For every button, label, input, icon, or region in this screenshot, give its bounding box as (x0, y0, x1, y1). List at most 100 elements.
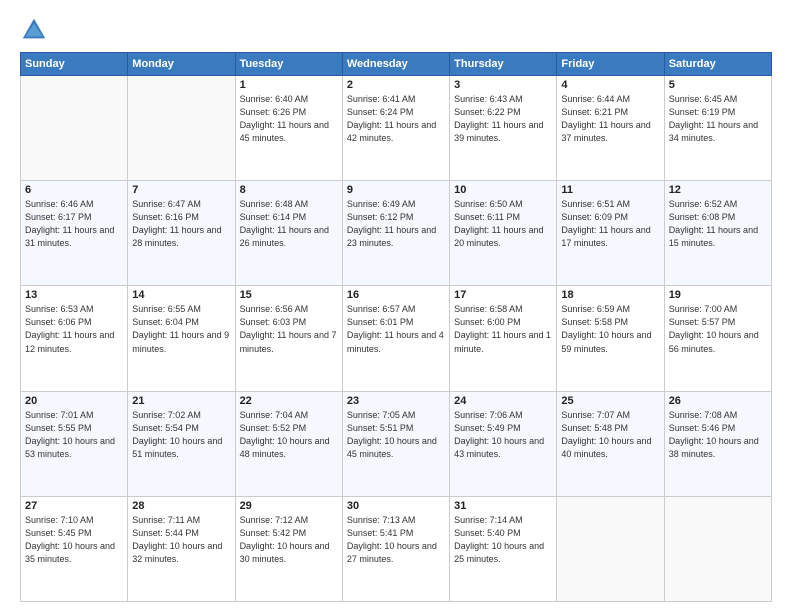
cell-sun-info: Sunrise: 7:06 AMSunset: 5:49 PMDaylight:… (454, 409, 552, 461)
calendar-cell: 3Sunrise: 6:43 AMSunset: 6:22 PMDaylight… (450, 76, 557, 181)
cell-sun-info: Sunrise: 6:55 AMSunset: 6:04 PMDaylight:… (132, 303, 230, 355)
day-number: 27 (25, 500, 123, 512)
day-number: 4 (561, 79, 659, 91)
calendar-week-3: 13 Sunrise: 6:53 AMSunset: 6:06 PMDayligh… (21, 286, 772, 391)
calendar-cell: 12 Sunrise: 6:52 AMSunset: 6:08 PMDayligh… (664, 181, 771, 286)
calendar-cell: 6 Sunrise: 6:46 AMSunset: 6:17 PMDaylight… (21, 181, 128, 286)
day-number: 16 (347, 289, 445, 301)
cell-sun-info: Sunrise: 6:44 AMSunset: 6:21 PMDaylight:… (561, 93, 659, 145)
day-number: 1 (240, 79, 338, 91)
logo (20, 16, 52, 44)
cell-sun-info: Sunrise: 6:40 AMSunset: 6:26 PMDaylight:… (240, 93, 338, 145)
cell-sun-info: Sunrise: 7:07 AMSunset: 5:48 PMDaylight:… (561, 409, 659, 461)
calendar-cell: 7 Sunrise: 6:47 AMSunset: 6:16 PMDaylight… (128, 181, 235, 286)
cell-sun-info: Sunrise: 6:45 AMSunset: 6:19 PMDaylight:… (669, 93, 767, 145)
day-number: 28 (132, 500, 230, 512)
day-number: 7 (132, 184, 230, 196)
cell-sun-info: Sunrise: 7:00 AMSunset: 5:57 PMDaylight:… (669, 303, 767, 355)
calendar-cell: 2 Sunrise: 6:41 AMSunset: 6:24 PMDaylight… (342, 76, 449, 181)
col-header-saturday: Saturday (664, 53, 771, 76)
calendar-table: SundayMondayTuesdayWednesdayThursdayFrid… (20, 52, 772, 602)
calendar-week-4: 20 Sunrise: 7:01 AMSunset: 5:55 PMDayligh… (21, 391, 772, 496)
cell-sun-info: Sunrise: 6:52 AMSunset: 6:08 PMDaylight:… (669, 198, 767, 250)
day-number: 11 (561, 184, 659, 196)
cell-sun-info: Sunrise: 7:13 AMSunset: 5:41 PMDaylight:… (347, 514, 445, 566)
calendar-cell (21, 76, 128, 181)
calendar-cell: 31Sunrise: 7:14 AMSunset: 5:40 PMDayligh… (450, 496, 557, 601)
cell-sun-info: Sunrise: 6:58 AMSunset: 6:00 PMDaylight:… (454, 303, 552, 355)
calendar-cell: 4 Sunrise: 6:44 AMSunset: 6:21 PMDaylight… (557, 76, 664, 181)
calendar-cell: 24 Sunrise: 7:06 AMSunset: 5:49 PMDayligh… (450, 391, 557, 496)
cell-sun-info: Sunrise: 7:02 AMSunset: 5:54 PMDaylight:… (132, 409, 230, 461)
day-number: 13 (25, 289, 123, 301)
day-number: 14 (132, 289, 230, 301)
day-number: 22 (240, 395, 338, 407)
calendar-cell: 25 Sunrise: 7:07 AMSunset: 5:48 PMDayligh… (557, 391, 664, 496)
calendar-week-2: 6 Sunrise: 6:46 AMSunset: 6:17 PMDaylight… (21, 181, 772, 286)
col-header-sunday: Sunday (21, 53, 128, 76)
col-header-wednesday: Wednesday (342, 53, 449, 76)
col-header-friday: Friday (557, 53, 664, 76)
calendar-cell: 9 Sunrise: 6:49 AMSunset: 6:12 PMDaylight… (342, 181, 449, 286)
calendar-cell: 17Sunrise: 6:58 AMSunset: 6:00 PMDayligh… (450, 286, 557, 391)
cell-sun-info: Sunrise: 6:53 AMSunset: 6:06 PMDaylight:… (25, 303, 123, 355)
day-number: 20 (25, 395, 123, 407)
cell-sun-info: Sunrise: 6:41 AMSunset: 6:24 PMDaylight:… (347, 93, 445, 145)
calendar-cell (664, 496, 771, 601)
calendar-week-1: 1 Sunrise: 6:40 AMSunset: 6:26 PMDaylight… (21, 76, 772, 181)
calendar-cell: 8Sunrise: 6:48 AMSunset: 6:14 PMDaylight… (235, 181, 342, 286)
day-number: 18 (561, 289, 659, 301)
day-number: 3 (454, 79, 552, 91)
cell-sun-info: Sunrise: 6:56 AMSunset: 6:03 PMDaylight:… (240, 303, 338, 355)
cell-sun-info: Sunrise: 6:57 AMSunset: 6:01 PMDaylight:… (347, 303, 445, 355)
calendar-cell: 26Sunrise: 7:08 AMSunset: 5:46 PMDayligh… (664, 391, 771, 496)
day-number: 25 (561, 395, 659, 407)
col-header-tuesday: Tuesday (235, 53, 342, 76)
cell-sun-info: Sunrise: 6:47 AMSunset: 6:16 PMDaylight:… (132, 198, 230, 250)
cell-sun-info: Sunrise: 6:50 AMSunset: 6:11 PMDaylight:… (454, 198, 552, 250)
calendar-cell: 1 Sunrise: 6:40 AMSunset: 6:26 PMDaylight… (235, 76, 342, 181)
day-number: 6 (25, 184, 123, 196)
cell-sun-info: Sunrise: 7:04 AMSunset: 5:52 PMDaylight:… (240, 409, 338, 461)
day-number: 2 (347, 79, 445, 91)
day-number: 9 (347, 184, 445, 196)
calendar-cell: 27 Sunrise: 7:10 AMSunset: 5:45 PMDayligh… (21, 496, 128, 601)
cell-sun-info: Sunrise: 7:01 AMSunset: 5:55 PMDaylight:… (25, 409, 123, 461)
col-header-monday: Monday (128, 53, 235, 76)
day-number: 31 (454, 500, 552, 512)
day-number: 24 (454, 395, 552, 407)
calendar-cell: 10 Sunrise: 6:50 AMSunset: 6:11 PMDayligh… (450, 181, 557, 286)
calendar-cell: 22 Sunrise: 7:04 AMSunset: 5:52 PMDayligh… (235, 391, 342, 496)
calendar-cell: 16 Sunrise: 6:57 AMSunset: 6:01 PMDayligh… (342, 286, 449, 391)
calendar-cell: 18 Sunrise: 6:59 AMSunset: 5:58 PMDayligh… (557, 286, 664, 391)
cell-sun-info: Sunrise: 6:49 AMSunset: 6:12 PMDaylight:… (347, 198, 445, 250)
cell-sun-info: Sunrise: 7:10 AMSunset: 5:45 PMDaylight:… (25, 514, 123, 566)
day-number: 12 (669, 184, 767, 196)
calendar-cell: 20 Sunrise: 7:01 AMSunset: 5:55 PMDayligh… (21, 391, 128, 496)
calendar-week-5: 27 Sunrise: 7:10 AMSunset: 5:45 PMDayligh… (21, 496, 772, 601)
calendar-cell (128, 76, 235, 181)
cell-sun-info: Sunrise: 7:12 AMSunset: 5:42 PMDaylight:… (240, 514, 338, 566)
day-number: 29 (240, 500, 338, 512)
day-number: 23 (347, 395, 445, 407)
calendar-cell: 28 Sunrise: 7:11 AMSunset: 5:44 PMDayligh… (128, 496, 235, 601)
calendar-cell: 21Sunrise: 7:02 AMSunset: 5:54 PMDayligh… (128, 391, 235, 496)
cell-sun-info: Sunrise: 6:59 AMSunset: 5:58 PMDaylight:… (561, 303, 659, 355)
calendar-header-row: SundayMondayTuesdayWednesdayThursdayFrid… (21, 53, 772, 76)
day-number: 8 (240, 184, 338, 196)
cell-sun-info: Sunrise: 6:46 AMSunset: 6:17 PMDaylight:… (25, 198, 123, 250)
calendar-cell: 11 Sunrise: 6:51 AMSunset: 6:09 PMDayligh… (557, 181, 664, 286)
calendar-cell: 5 Sunrise: 6:45 AMSunset: 6:19 PMDaylight… (664, 76, 771, 181)
day-number: 30 (347, 500, 445, 512)
page: SundayMondayTuesdayWednesdayThursdayFrid… (0, 0, 792, 612)
calendar-cell: 19Sunrise: 7:00 AMSunset: 5:57 PMDayligh… (664, 286, 771, 391)
cell-sun-info: Sunrise: 6:51 AMSunset: 6:09 PMDaylight:… (561, 198, 659, 250)
calendar-cell: 15 Sunrise: 6:56 AMSunset: 6:03 PMDayligh… (235, 286, 342, 391)
day-number: 5 (669, 79, 767, 91)
logo-icon (20, 16, 48, 44)
day-number: 15 (240, 289, 338, 301)
header (20, 16, 772, 44)
day-number: 10 (454, 184, 552, 196)
calendar-cell: 14 Sunrise: 6:55 AMSunset: 6:04 PMDayligh… (128, 286, 235, 391)
cell-sun-info: Sunrise: 7:11 AMSunset: 5:44 PMDaylight:… (132, 514, 230, 566)
